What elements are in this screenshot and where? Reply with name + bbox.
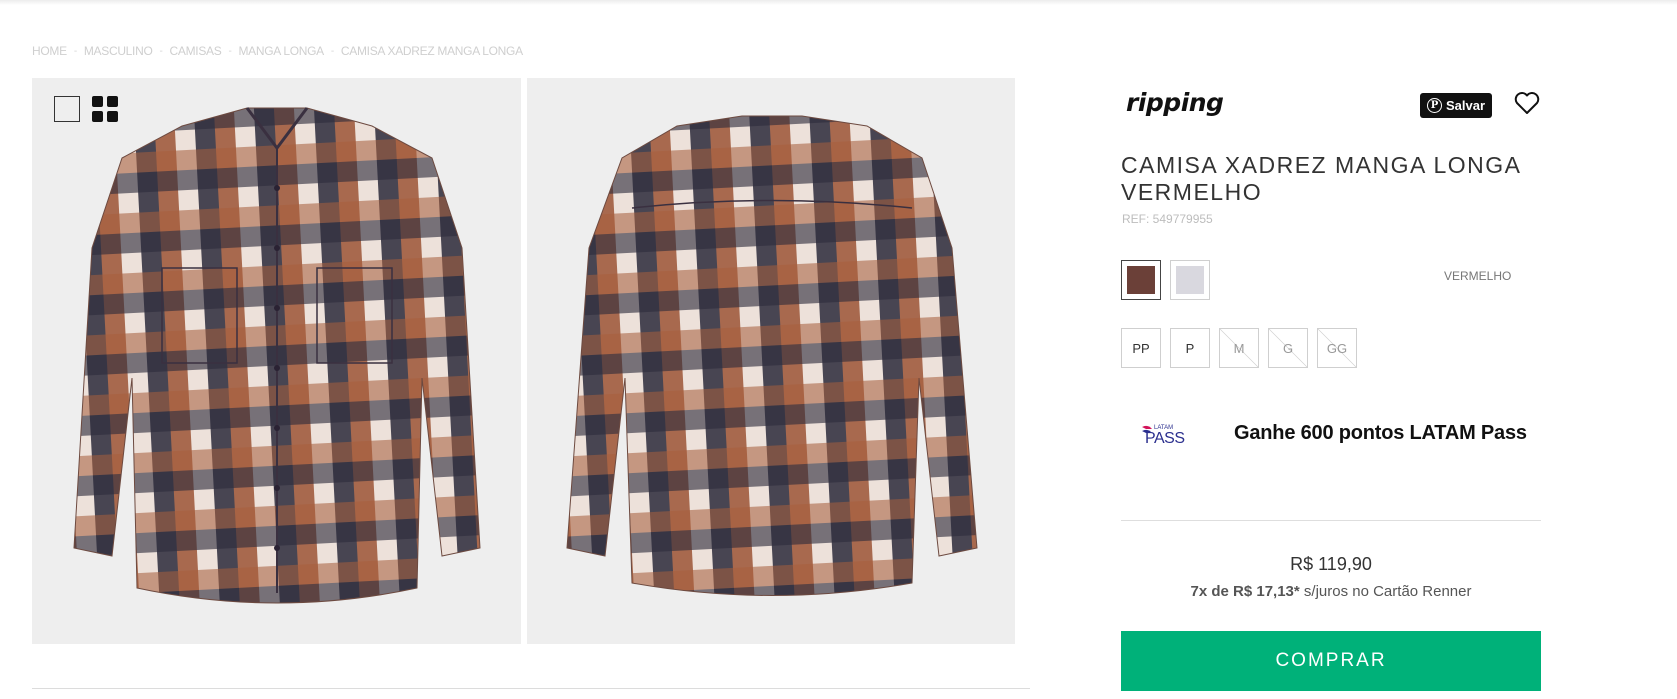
installments-terms: s/juros no Cartão Renner — [1299, 583, 1472, 600]
product-photo-back[interactable] — [527, 78, 1015, 644]
content-divider — [32, 688, 1030, 689]
grid-view-icon[interactable] — [92, 96, 118, 122]
buy-button[interactable]: COMPRAR — [1121, 631, 1541, 691]
size-option-p[interactable]: P — [1170, 328, 1210, 368]
size-option-gg-unavailable[interactable]: GG — [1317, 328, 1357, 368]
size-option-g-unavailable[interactable]: G — [1268, 328, 1308, 368]
color-swatch-fill — [1127, 266, 1155, 294]
breadcrumb: HOME - MASCULINO - CAMISAS - MANGA LONGA… — [32, 44, 523, 58]
breadcrumb-masculino[interactable]: MASCULINO — [84, 44, 153, 58]
selected-color-name: VERMELHO — [1444, 269, 1512, 283]
breadcrumb-separator: - — [330, 45, 334, 57]
installments-info: 7x de R$ 17,13* s/juros no Cartão Renner — [1121, 583, 1541, 600]
breadcrumb-home[interactable]: HOME — [32, 44, 67, 58]
size-option-m-unavailable[interactable]: M — [1219, 328, 1259, 368]
single-view-icon[interactable] — [54, 96, 80, 122]
pinterest-save-button[interactable]: P Salvar — [1420, 93, 1492, 118]
view-toggle — [54, 96, 118, 122]
color-swatch-brown[interactable] — [1121, 260, 1161, 300]
top-shadow — [0, 0, 1677, 5]
heart-icon[interactable] — [1514, 91, 1540, 120]
size-option-pp[interactable]: PP — [1121, 328, 1161, 368]
breadcrumb-camisas[interactable]: CAMISAS — [170, 44, 222, 58]
breadcrumb-separator: - — [228, 45, 232, 57]
installments-amount: 7x de R$ 17,13* — [1190, 583, 1300, 600]
loyalty-points-text: Ganhe 600 pontos LATAM Pass — [1234, 422, 1527, 444]
product-photo-front[interactable] — [32, 78, 521, 644]
product-ref: REF: 549779955 — [1122, 212, 1213, 226]
product-title: CAMISA XADREZ MANGA LONGA VERMELHO — [1121, 152, 1521, 205]
pinterest-save-label: Salvar — [1445, 98, 1486, 113]
product-price: R$ 119,90 — [1290, 554, 1372, 574]
brand-logo[interactable]: ripping — [1126, 88, 1224, 117]
breadcrumb-separator: - — [159, 45, 163, 57]
breadcrumb-manga-longa[interactable]: MANGA LONGA — [238, 44, 324, 58]
latam-pass-logo: LATAM PASS — [1140, 421, 1202, 447]
breadcrumb-current[interactable]: CAMISA XADREZ MANGA LONGA — [341, 44, 523, 58]
latam-logo-text: PASS — [1145, 430, 1185, 445]
color-swatch-fill — [1176, 266, 1204, 294]
pinterest-icon: P — [1426, 98, 1442, 113]
breadcrumb-separator: - — [73, 45, 77, 57]
price-divider — [1121, 520, 1541, 521]
color-swatch-grey[interactable] — [1170, 260, 1210, 300]
